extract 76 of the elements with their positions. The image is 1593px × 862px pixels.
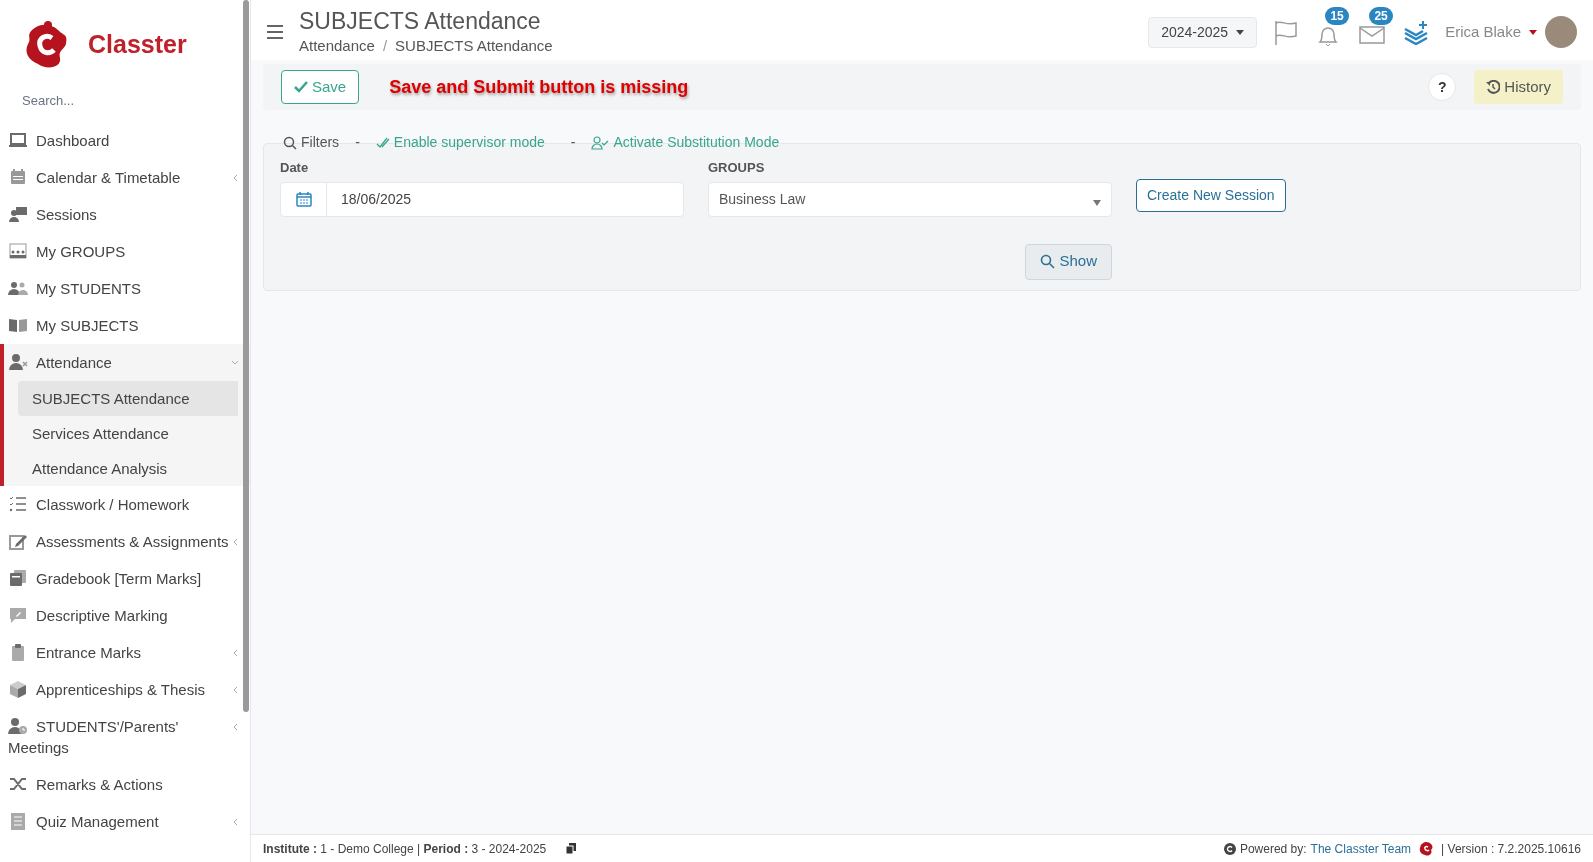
sidebar-item[interactable]: Apprenticeships & Thesis xyxy=(4,671,250,708)
team-link[interactable]: The Classter Team xyxy=(1310,839,1412,858)
submenu-item[interactable]: SUBJECTS Attendance xyxy=(18,381,238,416)
envelope-icon[interactable] xyxy=(1359,25,1386,47)
sidebar-item[interactable]: My GROUPS xyxy=(4,233,250,270)
sidebar-item[interactable]: Calendar & Timetable xyxy=(4,159,250,196)
search-icon xyxy=(1040,254,1056,269)
user-clock-icon xyxy=(8,716,28,736)
caret-icon xyxy=(1236,29,1245,35)
brand-name: Classter xyxy=(88,29,187,61)
create-session-button[interactable]: Create New Session xyxy=(1136,179,1286,212)
powered-by-label: Powered by: xyxy=(1239,840,1307,858)
count-badge: 15 xyxy=(1325,7,1350,25)
history-icon xyxy=(1486,80,1501,94)
count-badge: 25 xyxy=(1369,7,1394,25)
sidebar-item[interactable]: Gradebook [Term Marks] xyxy=(4,560,250,597)
sidebar-item[interactable]: Dashboard xyxy=(4,122,250,159)
presentation-icon xyxy=(8,204,28,224)
sidebar-item[interactable]: My STUDENTS xyxy=(4,270,250,307)
submenu-item[interactable]: Services Attendance xyxy=(18,416,238,451)
sidebar-item[interactable]: Attendance xyxy=(4,344,250,381)
laptop-icon xyxy=(8,130,28,150)
show-button[interactable]: Show xyxy=(1025,243,1112,280)
calendar-icon xyxy=(295,191,312,207)
breadcrumb-link[interactable]: Attendance xyxy=(299,34,375,58)
sidebar-item[interactable]: Quiz Management xyxy=(4,803,250,840)
sidebar-item[interactable]: Entrance Marks xyxy=(4,634,250,671)
copyright-icon xyxy=(1223,842,1236,855)
logo-icon xyxy=(1419,840,1434,857)
list-icon xyxy=(8,811,28,831)
help-button[interactable]: ? xyxy=(1428,73,1457,101)
history-button[interactable]: History xyxy=(1474,70,1563,104)
sidebar-item[interactable]: Assessments & Assignments xyxy=(4,523,250,560)
sidebar-item[interactable]: My SUBJECTS xyxy=(4,307,250,344)
menu-icon[interactable] xyxy=(267,25,283,39)
version-text: | Version : 7.2.2025.10616 xyxy=(1441,840,1581,858)
avatar[interactable] xyxy=(1545,16,1577,48)
filters-title: Filters xyxy=(301,133,340,152)
field-label: GROUPS xyxy=(708,159,766,177)
group-icon xyxy=(8,241,28,261)
caret-icon xyxy=(1093,200,1101,206)
scrollbar[interactable] xyxy=(243,0,249,712)
user-name[interactable]: Erica Blake xyxy=(1445,20,1521,44)
cube-icon xyxy=(8,679,28,699)
year-dropdown[interactable]: 2024-2025 xyxy=(1148,16,1258,48)
user-check-icon xyxy=(591,135,610,150)
separator-dash: - xyxy=(570,133,576,152)
date-field[interactable]: 18/06/2025 xyxy=(280,181,684,217)
flag-icon[interactable] xyxy=(1273,19,1300,45)
comment-icon xyxy=(8,605,28,625)
copy-icon xyxy=(8,568,28,588)
institute-info: Institute : 1 - Demo College | Period : 3 - 2024-2025 xyxy=(263,840,547,858)
logo-icon xyxy=(24,20,68,70)
check-icon xyxy=(294,81,308,93)
breadcrumb-separator: / xyxy=(382,35,388,56)
sidebar-item[interactable]: Classwork / Homework xyxy=(4,486,250,523)
double-check-icon xyxy=(375,136,390,149)
page-title: SUBJECTS Attendance xyxy=(299,6,542,35)
annotation-text: Save and Submit button is missing xyxy=(389,75,689,99)
search-field[interactable]: Search... xyxy=(22,90,222,110)
checklist-icon xyxy=(8,494,28,514)
calendar-icon xyxy=(8,167,28,187)
user-x-icon xyxy=(8,352,28,372)
separator-dash: - xyxy=(355,133,360,152)
copy-icon[interactable] xyxy=(566,843,577,854)
layers-plus-icon[interactable] xyxy=(1403,19,1430,45)
caret-icon[interactable] xyxy=(1529,29,1537,35)
sidebar-item[interactable]: Descriptive Marking xyxy=(4,597,250,634)
field-label: Date xyxy=(280,159,310,177)
sidebar-item[interactable]: Remarks & Actions xyxy=(4,766,250,803)
sidebar-item[interactable]: Sessions xyxy=(4,196,250,233)
groups-dropdown[interactable]: Business Law xyxy=(708,181,1112,217)
sidebar-item[interactable]: STUDENTS'/Parents' Meetings xyxy=(4,708,250,766)
submenu-item[interactable]: Attendance Analysis xyxy=(18,451,238,486)
search-icon xyxy=(283,135,297,150)
breadcrumb-current: SUBJECTS Attendance xyxy=(395,35,553,56)
